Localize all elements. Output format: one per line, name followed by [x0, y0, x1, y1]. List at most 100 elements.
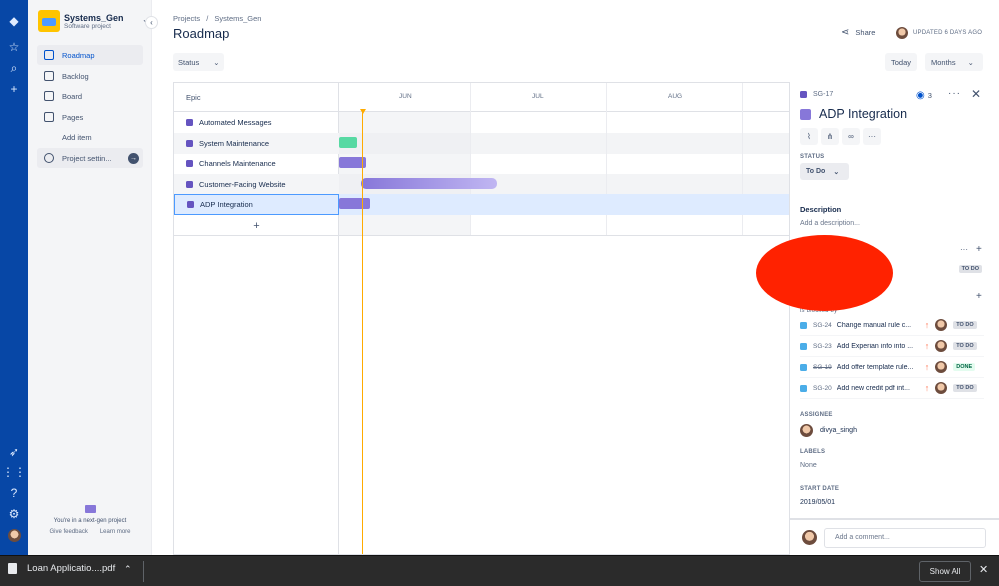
priority-high-icon: ↑ — [924, 341, 930, 351]
linked-issue-row[interactable]: SG-23 Add Experian info into ... ↑ TO DO — [800, 336, 984, 357]
epic-bar[interactable] — [361, 178, 497, 189]
sidebar-item-roadmap[interactable]: Roadmap — [37, 45, 143, 65]
start-date-label: START DATE — [800, 486, 840, 492]
grid-divider — [339, 235, 789, 236]
chevron-down-icon: ⌄ — [967, 57, 974, 67]
avatar — [935, 340, 948, 352]
project-name: Systems_Gen — [64, 13, 124, 23]
breadcrumb-project[interactable]: Systems_Gen — [214, 14, 261, 23]
task-icon — [800, 342, 807, 350]
comment-box: Add a comment... — [790, 518, 999, 555]
chevron-down-icon: ⌄ — [833, 168, 840, 176]
status-badge: TO DO — [953, 384, 977, 392]
add-epic-button[interactable]: + — [174, 216, 339, 236]
app-switcher-icon[interactable]: ⋮⋮ — [2, 464, 26, 480]
sidebar-item-project-settings[interactable]: Project settin... → — [37, 148, 143, 168]
epic-icon — [186, 119, 193, 126]
rocket-icon[interactable]: ➶ — [6, 444, 22, 460]
roadmap-icon — [44, 50, 54, 60]
collapse-sidebar-button[interactable]: ‹ — [145, 16, 158, 29]
description-field[interactable]: Add a description... — [800, 220, 860, 227]
roadmap-grid: Epic Automated Messages System Maintenan… — [173, 82, 789, 555]
watchers-button[interactable]: ◉ 3 — [916, 90, 932, 101]
give-feedback-link[interactable]: Give feedback — [49, 529, 87, 535]
child-issues-more-icon[interactable]: ··· — [960, 245, 968, 254]
link-icon[interactable]: ∞ — [842, 128, 860, 145]
comment-input[interactable]: Add a comment... — [824, 528, 986, 548]
epic-row[interactable]: Customer-Facing Website — [174, 174, 339, 195]
sidebar-item-board[interactable]: Board — [37, 86, 143, 106]
epic-bar[interactable] — [339, 198, 370, 209]
help-icon[interactable]: ? — [6, 485, 22, 501]
profile-avatar[interactable] — [6, 527, 22, 543]
epic-row[interactable]: Channels Maintenance — [174, 153, 339, 174]
avatar — [802, 530, 817, 545]
issue-title[interactable]: ADP Integration — [800, 107, 907, 121]
more-icon[interactable]: ··· — [863, 128, 881, 145]
issue-key[interactable]: SG-17 — [800, 91, 833, 98]
board-icon — [44, 91, 54, 101]
attachment-icon[interactable]: ⌇ — [800, 128, 818, 145]
backlog-icon — [44, 71, 54, 81]
search-icon[interactable]: ⌕ — [6, 60, 22, 76]
project-type: Software project — [64, 23, 111, 30]
timeline: JUN JUL AUG — [339, 83, 789, 554]
settings-gear-icon[interactable]: ⚙ — [6, 506, 22, 522]
add-child-icon[interactable]: + — [976, 244, 982, 255]
download-item[interactable]: Loan Applicatio....pdf — [8, 563, 115, 574]
jira-logo-icon[interactable]: ◆ — [6, 13, 22, 29]
task-icon — [800, 384, 807, 392]
priority-high-icon: ↑ — [924, 320, 930, 330]
today-button[interactable]: Today — [885, 53, 917, 71]
project-switcher[interactable]: Systems_Gen Software project ⌄ — [38, 10, 149, 34]
epic-row-selected[interactable]: ADP Integration — [174, 194, 339, 215]
start-date-field[interactable]: 2019/05/01 — [800, 499, 835, 506]
epic-icon — [186, 181, 193, 188]
linked-issue-row[interactable]: SG-24 Change manual rule c... ↑ TO DO — [800, 315, 984, 336]
status-dropdown[interactable]: To Do ⌄ — [800, 163, 849, 180]
pages-icon — [44, 112, 54, 122]
show-all-button[interactable]: Show All — [919, 561, 971, 582]
sidebar-item-backlog[interactable]: Backlog — [37, 66, 143, 86]
today-marker — [362, 112, 363, 554]
labels-label: LABELS — [800, 449, 826, 455]
project-sidebar: Systems_Gen Software project ⌄ Roadmap B… — [28, 0, 152, 555]
chevron-up-icon[interactable]: ⌃ — [124, 564, 132, 575]
status-filter-button[interactable]: Status ⌄ — [173, 53, 224, 71]
avatar — [935, 382, 948, 394]
child-issue-icon[interactable]: ⋔ — [821, 128, 839, 145]
issue-toolbar: ⌇ ⋔ ∞ ··· — [800, 128, 881, 145]
issue-detail-panel: SG-17 ◉ 3 ··· ✕ ADP Integration ⌇ ⋔ ∞ ···… — [789, 82, 999, 555]
epic-row[interactable]: System Maintenance — [174, 133, 339, 154]
avatar — [800, 424, 813, 437]
epic-row[interactable]: Automated Messages — [174, 112, 339, 133]
linked-issue-row[interactable]: SG-20 Add new credit pdf int... ↑ TO DO — [800, 378, 984, 399]
epic-bar[interactable] — [339, 137, 357, 148]
chevron-down-icon: ⌄ — [213, 57, 220, 67]
close-icon[interactable]: ✕ — [979, 563, 988, 576]
status-badge: DONE — [953, 363, 976, 371]
more-actions-icon[interactable]: ··· — [948, 88, 961, 99]
gear-icon — [44, 153, 54, 163]
sidebar-item-pages[interactable]: Pages — [37, 107, 143, 127]
share-button[interactable]: ⋖ Share — [841, 27, 875, 38]
task-icon — [800, 363, 807, 371]
task-icon — [800, 321, 807, 329]
labels-field[interactable]: None — [800, 462, 817, 469]
create-plus-icon[interactable]: + — [6, 81, 22, 97]
epic-icon — [800, 91, 807, 98]
month-label: JUL — [532, 93, 544, 100]
breadcrumb-projects[interactable]: Projects — [173, 14, 200, 23]
sidebar-item-add-item[interactable]: Add item — [37, 127, 143, 147]
linked-issue-row[interactable]: SG-19 Add offer template rule... ↑ DONE — [800, 357, 984, 378]
close-icon[interactable]: ✕ — [971, 87, 981, 101]
today-marker-head — [360, 109, 366, 114]
zoom-select[interactable]: Months ⌄ — [925, 53, 983, 71]
download-bar: Loan Applicatio....pdf ⌃ Show All ✕ — [0, 555, 999, 586]
assignee-field[interactable]: divya_singh — [800, 424, 857, 437]
star-icon[interactable]: ☆ — [6, 39, 22, 55]
priority-high-icon: ↑ — [924, 362, 930, 372]
timeline-header: JUN JUL AUG — [339, 83, 789, 112]
add-link-icon[interactable]: + — [976, 291, 982, 302]
learn-more-link[interactable]: Learn more — [100, 529, 131, 535]
